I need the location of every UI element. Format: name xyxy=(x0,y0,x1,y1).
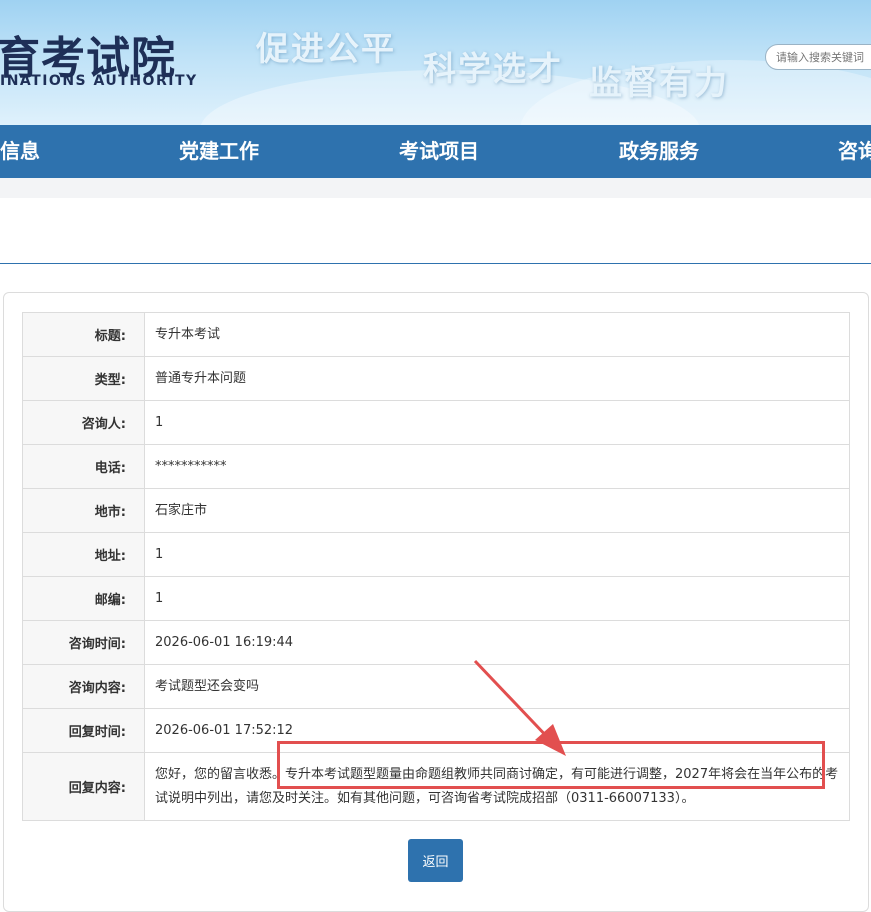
table-row: 标题: 专升本考试 xyxy=(22,312,850,357)
field-value-phone: *********** xyxy=(144,444,850,489)
field-label: 咨询人: xyxy=(22,400,145,445)
annotation-highlight-box xyxy=(277,741,825,789)
field-label: 地市: xyxy=(22,488,145,533)
table-row: 咨询时间: 2026-06-01 16:19:44 xyxy=(22,620,850,665)
field-label: 邮编: xyxy=(22,576,145,621)
field-label: 标题: xyxy=(22,312,145,357)
field-value-inquiry-time: 2026-06-01 16:19:44 xyxy=(144,620,850,665)
table-row: 地址: 1 xyxy=(22,532,850,577)
slogan-2: 科学选才 xyxy=(423,49,563,88)
table-row: 类型: 普通专升本问题 xyxy=(22,356,850,401)
table-row: 咨询人: 1 xyxy=(22,400,850,445)
site-logo-english: INATIONS AUTHORITY xyxy=(0,73,198,89)
field-label: 咨询内容: xyxy=(22,664,145,709)
nav-item-party-building[interactable]: 党建工作 xyxy=(179,125,259,178)
field-value-type: 普通专升本问题 xyxy=(144,356,850,401)
field-label: 电话: xyxy=(22,444,145,489)
nav-item-exam-projects[interactable]: 考试项目 xyxy=(399,125,479,178)
field-label: 地址: xyxy=(22,532,145,577)
main-nav: 信息 党建工作 考试项目 政务服务 咨询 xyxy=(0,125,871,178)
nav-item-info[interactable]: 信息 xyxy=(0,125,40,178)
table-row: 电话: *********** xyxy=(22,444,850,489)
back-button[interactable]: 返回 xyxy=(408,839,463,882)
nav-item-consultation[interactable]: 咨询 xyxy=(838,125,871,178)
table-row: 邮编: 1 xyxy=(22,576,850,621)
field-label: 回复时间: xyxy=(22,708,145,753)
field-value-city: 石家庄市 xyxy=(144,488,850,533)
site-header: 育考试院 INATIONS AUTHORITY 促进公平 科学选才 监督有力 xyxy=(0,0,871,125)
field-label: 回复内容: xyxy=(22,752,145,821)
table-row: 咨询内容: 考试题型还会变吗 xyxy=(22,664,850,709)
field-value-inquiry-content: 考试题型还会变吗 xyxy=(144,664,850,709)
field-value-postcode: 1 xyxy=(144,576,850,621)
section-divider xyxy=(0,263,871,264)
field-value-title: 专升本考试 xyxy=(144,312,850,357)
field-label: 类型: xyxy=(22,356,145,401)
slogan-3: 监督有力 xyxy=(589,63,729,102)
field-value-address: 1 xyxy=(144,532,850,577)
field-value-inquirer: 1 xyxy=(144,400,850,445)
table-row: 地市: 石家庄市 xyxy=(22,488,850,533)
search-input[interactable] xyxy=(765,44,871,70)
slogan-1: 促进公平 xyxy=(256,29,396,68)
sub-bar xyxy=(0,178,871,198)
field-label: 咨询时间: xyxy=(22,620,145,665)
nav-item-government-services[interactable]: 政务服务 xyxy=(619,125,699,178)
